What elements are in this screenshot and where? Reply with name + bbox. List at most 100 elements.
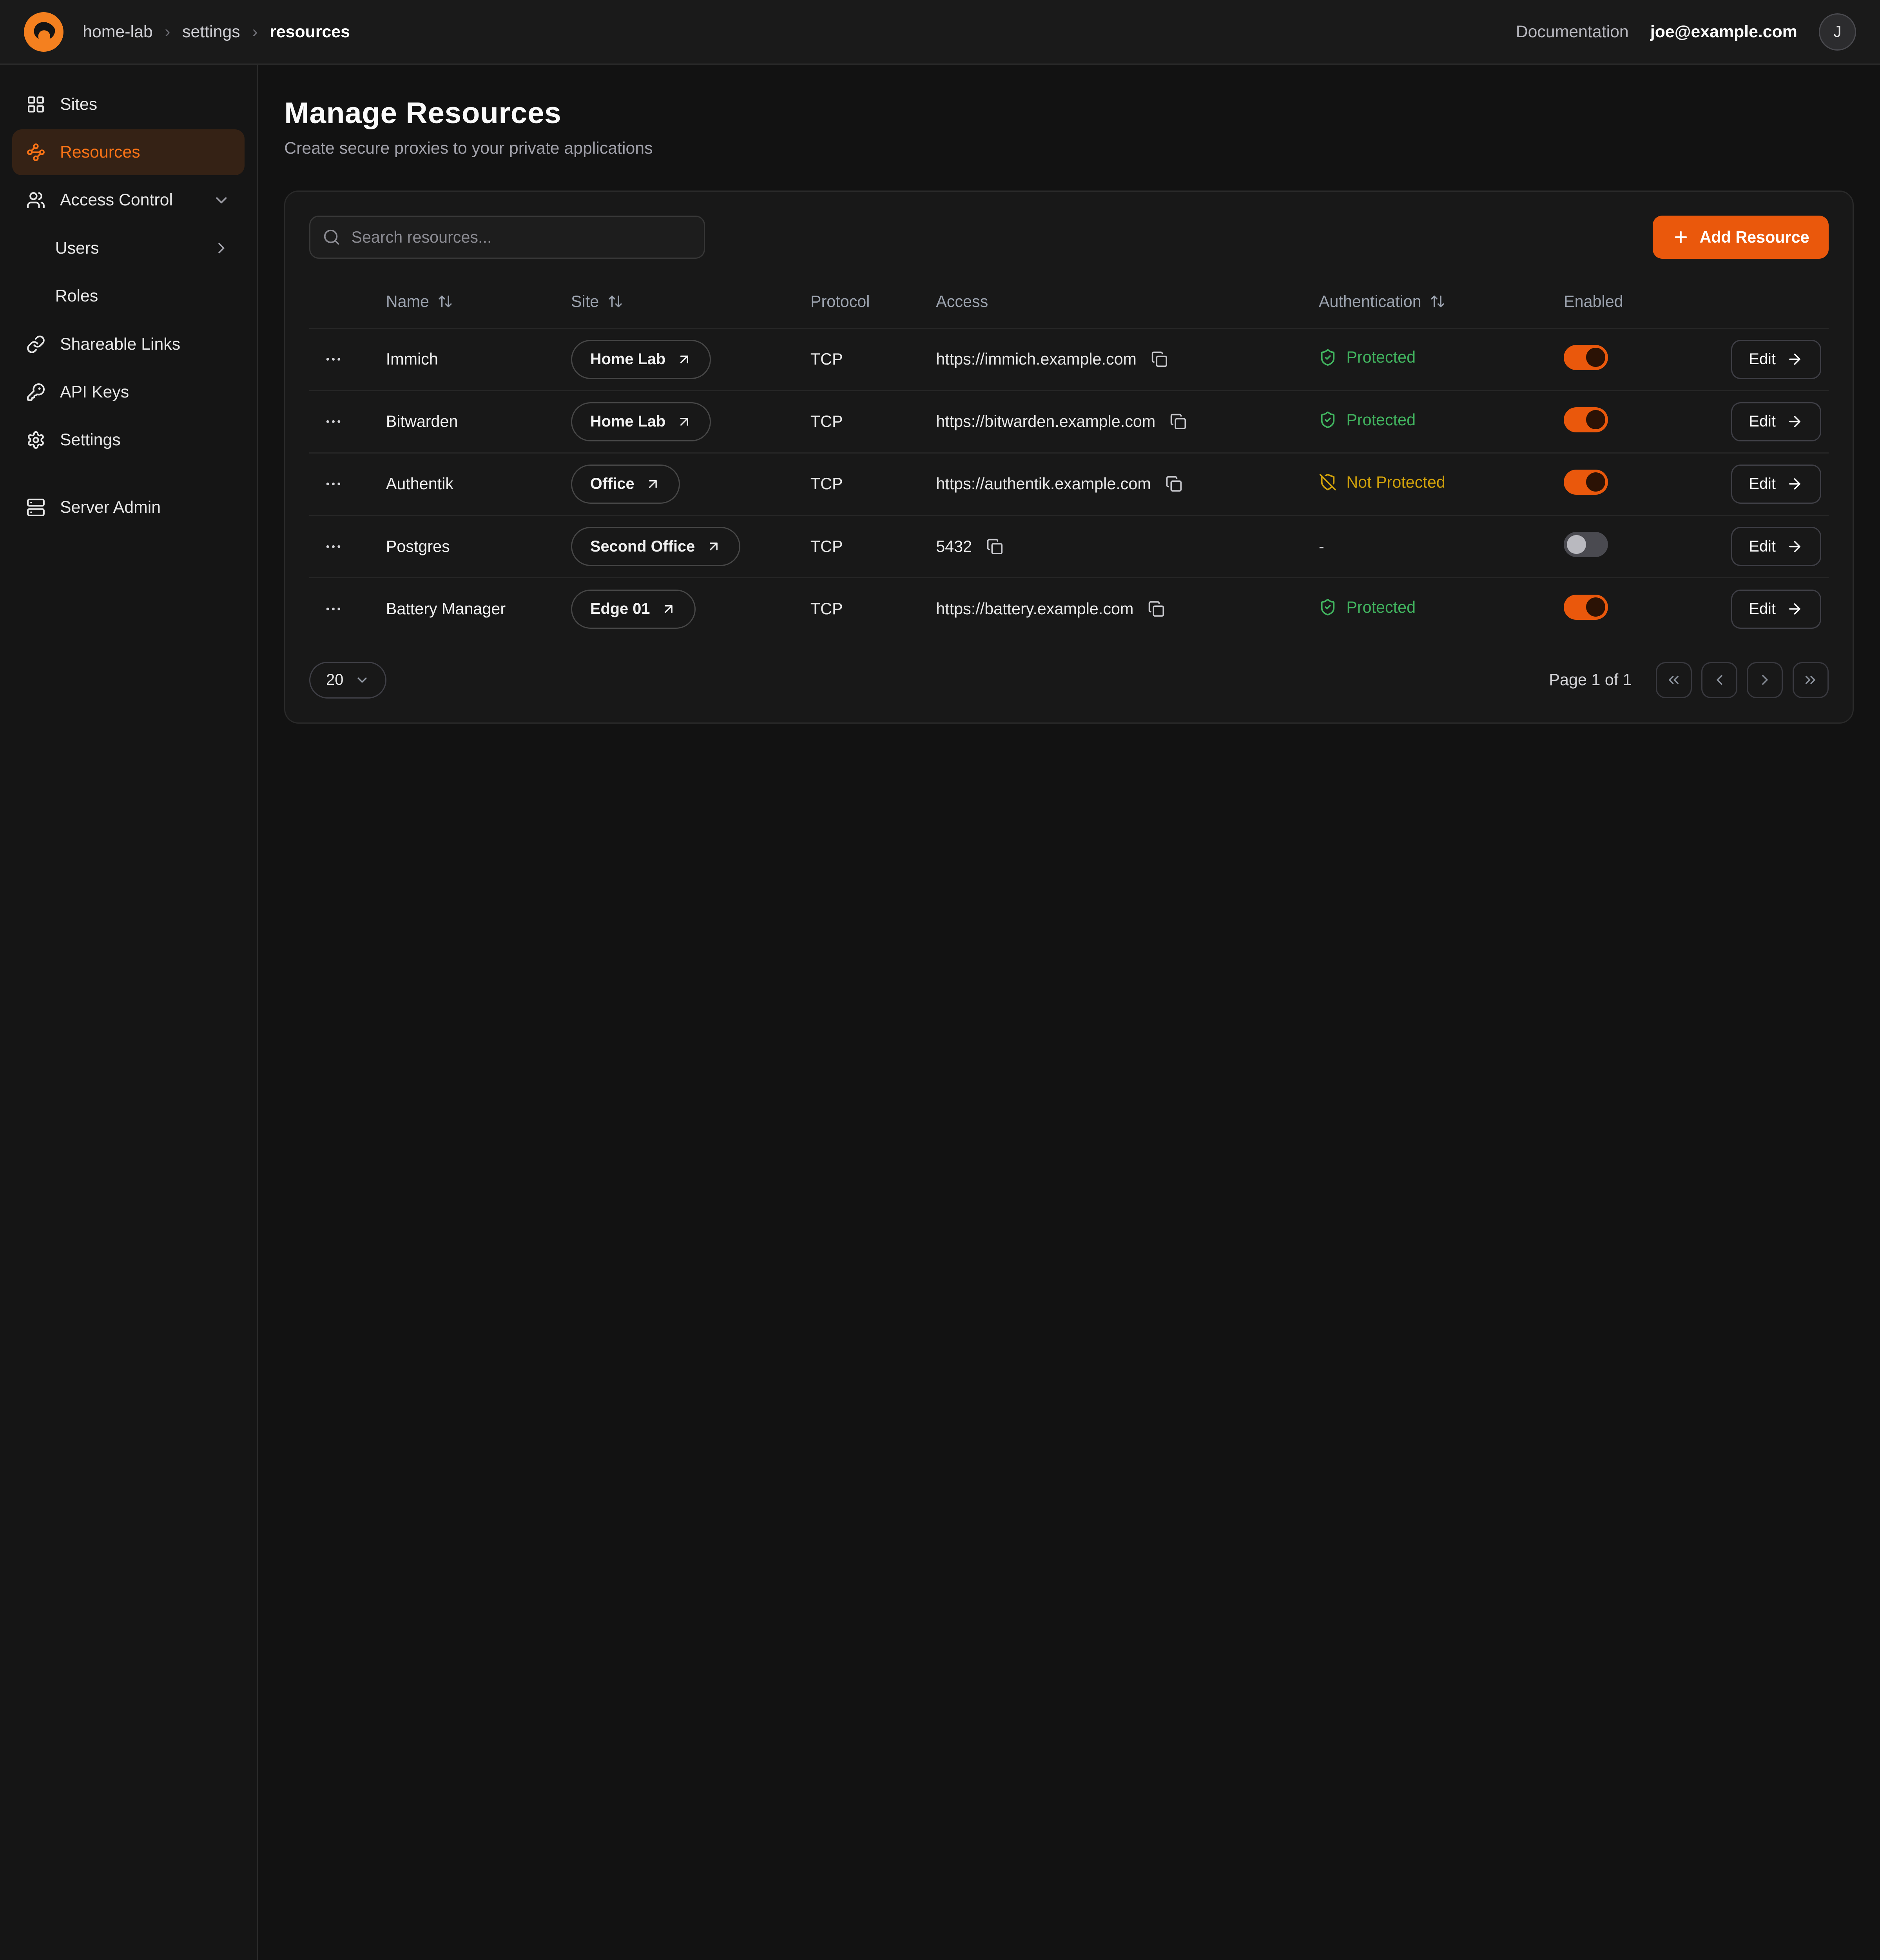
access-cell: https://authentik.example.com [936,473,1184,495]
access-cell: https://bitwarden.example.com [936,411,1189,432]
access-cell: https://immich.example.com [936,348,1170,370]
enabled-toggle[interactable] [1564,470,1608,495]
chevrons-left-icon [1665,671,1682,688]
add-resource-label: Add Resource [1700,228,1809,247]
copy-button[interactable] [1168,411,1189,432]
sidebar: Sites Resources Access Control Users Rol [0,65,258,1960]
page-size-select[interactable]: 20 [309,662,386,699]
sidebar-item-resources[interactable]: Resources [12,129,245,175]
sort-by-authentication-button[interactable]: Authentication [1319,292,1445,311]
enabled-toggle[interactable] [1564,532,1608,557]
enabled-toggle[interactable] [1564,407,1608,432]
sidebar-item-access-control[interactable]: Access Control [12,178,245,223]
sort-by-site-button[interactable]: Site [571,292,623,311]
edit-button[interactable]: Edit [1731,527,1822,566]
sidebar-item-server-admin[interactable]: Server Admin [12,485,245,530]
shield-check-icon [1319,598,1337,616]
breadcrumb-org[interactable]: home-lab [83,22,153,42]
table-row: Battery Manager Edge 01 TCP https://batt… [309,578,1828,640]
ellipsis-icon [324,599,343,619]
row-menu-button[interactable] [319,532,348,561]
sort-by-name-button[interactable]: Name [386,292,453,311]
site-link-button[interactable]: Home Lab [571,340,711,379]
chevron-right-icon [1757,671,1773,688]
add-resource-button[interactable]: Add Resource [1653,216,1828,259]
sidebar-item-sites[interactable]: Sites [12,82,245,127]
sidebar-item-api-keys[interactable]: API Keys [12,369,245,415]
edit-button[interactable]: Edit [1731,465,1822,504]
auth-label: Not Protected [1346,473,1445,492]
documentation-link[interactable]: Documentation [1516,22,1629,42]
gear-icon [26,430,45,450]
card-footer: 20 Page 1 of 1 [309,662,1828,699]
breadcrumb-settings[interactable]: settings [182,22,240,42]
edit-label: Edit [1749,538,1776,555]
site-link-button[interactable]: Office [571,465,680,504]
auth-label: Protected [1346,598,1416,617]
auth-status: Protected [1319,411,1416,429]
shield-check-icon [1319,348,1337,367]
sidebar-item-label: Roles [55,287,230,306]
first-page-button[interactable] [1656,662,1692,698]
chevron-left-icon [1711,671,1728,688]
search-input[interactable] [309,216,705,259]
avatar[interactable]: J [1819,13,1856,51]
sidebar-item-label: API Keys [60,383,230,402]
enabled-toggle[interactable] [1564,345,1608,370]
auth-label: - [1319,537,1324,556]
edit-button[interactable]: Edit [1731,402,1822,441]
access-value: https://battery.example.com [936,600,1133,618]
copy-button[interactable] [1146,598,1167,620]
topbar-left: home-lab › settings › resources [24,12,350,52]
access-value: https://authentik.example.com [936,475,1151,493]
site-name: Home Lab [590,350,665,368]
last-page-button[interactable] [1793,662,1829,698]
body-layout: Sites Resources Access Control Users Rol [0,65,1880,1960]
sidebar-item-settings[interactable]: Settings [12,417,245,463]
search-icon [323,228,341,246]
row-menu-button[interactable] [319,470,348,498]
site-link-button[interactable]: Second Office [571,527,740,566]
arrow-right-icon [1786,413,1803,430]
waypoints-icon [26,143,45,162]
resources-table-body: Immich Home Lab TCP https://immich.examp… [309,328,1828,640]
previous-page-button[interactable] [1701,662,1737,698]
external-link-arrow-icon [676,352,692,367]
edit-button[interactable]: Edit [1731,340,1822,379]
row-menu-button[interactable] [319,345,348,374]
row-menu-button[interactable] [319,407,348,436]
sidebar-item-shareable-links[interactable]: Shareable Links [12,321,245,367]
copy-button[interactable] [1163,473,1184,495]
site-name: Home Lab [590,413,665,430]
page-title: Manage Resources [284,96,1853,131]
breadcrumb-separator: › [165,22,170,42]
table-row: Immich Home Lab TCP https://immich.examp… [309,328,1828,390]
sidebar-item-users[interactable]: Users [12,225,245,271]
arrow-right-icon [1786,475,1803,492]
next-page-button[interactable] [1747,662,1783,698]
external-link-arrow-icon [645,476,661,492]
access-value: https://bitwarden.example.com [936,412,1155,431]
copy-button[interactable] [984,535,1006,557]
column-access-label: Access [936,292,988,310]
edit-button[interactable]: Edit [1731,590,1822,629]
shield-off-icon [1319,473,1337,491]
column-name-label: Name [386,292,429,311]
site-name: Edge 01 [590,600,650,618]
copy-button[interactable] [1149,348,1170,370]
row-menu-button[interactable] [319,595,348,623]
sidebar-item-roles[interactable]: Roles [12,274,245,319]
page-size-value: 20 [326,671,343,689]
access-cell: 5432 [936,535,1006,557]
site-link-button[interactable]: Home Lab [571,402,711,441]
sidebar-nav: Sites Resources Access Control Users Rol [0,65,257,1960]
enabled-toggle[interactable] [1564,595,1608,620]
auth-status: Protected [1319,598,1416,617]
sidebar-divider [12,465,245,482]
toggle-knob [1586,597,1605,617]
site-link-button[interactable]: Edge 01 [571,590,696,629]
external-link-arrow-icon [706,539,722,554]
plus-icon [1672,228,1690,246]
app-root: home-lab › settings › resources Document… [0,0,1880,1960]
app-logo-icon[interactable] [24,12,63,52]
